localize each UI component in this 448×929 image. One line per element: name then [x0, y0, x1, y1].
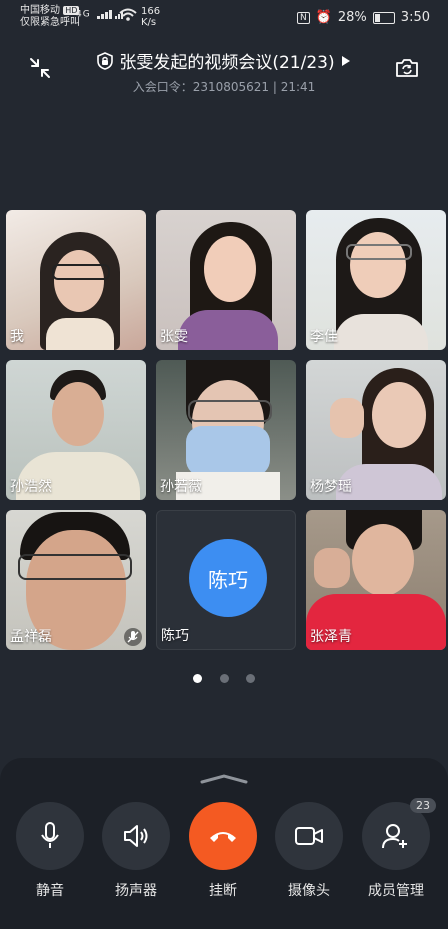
- control-panel: 静音 扬声器 挂断 摄像头 23 成员管理: [0, 758, 448, 929]
- video-tile[interactable]: 李佳: [306, 210, 446, 350]
- status-bar: 中国移动 HD 仅限紧急呼叫 4G 166 K/s N ⏰ 28% 3:50: [0, 0, 448, 36]
- speaker-control: 扬声器: [96, 802, 176, 900]
- participant-name: 陈巧: [161, 628, 189, 644]
- members-count-badge: 23: [410, 798, 436, 813]
- members-control: 23 成员管理: [356, 798, 436, 900]
- members-label: 成员管理: [368, 883, 424, 899]
- nfc-icon: N: [296, 11, 310, 24]
- mute-label: 静音: [36, 883, 64, 899]
- speaker-label: 扬声器: [115, 883, 157, 899]
- camera-control: 摄像头: [269, 802, 349, 900]
- speaker-icon: [124, 825, 148, 847]
- video-tile[interactable]: 陈巧 陈巧: [156, 510, 296, 650]
- mic-muted-icon: [124, 628, 142, 646]
- video-camera-icon: [295, 827, 323, 845]
- participant-name: 张泽青: [310, 629, 352, 645]
- members-button[interactable]: 23: [362, 798, 436, 870]
- carrier-info: 中国移动 HD 仅限紧急呼叫: [20, 5, 80, 29]
- wifi-icon: [119, 8, 137, 21]
- video-tile[interactable]: 孙若薇: [156, 360, 296, 500]
- mute-button[interactable]: [16, 802, 84, 870]
- add-member-icon: [382, 824, 407, 849]
- hangup-button[interactable]: [189, 802, 257, 870]
- signal-icon: 4G: [76, 9, 125, 20]
- hangup-phone-icon: [210, 832, 236, 842]
- hangup-control: 挂断: [183, 802, 263, 900]
- switch-camera-icon[interactable]: [394, 56, 420, 80]
- battery-percent: 28%: [337, 10, 367, 25]
- network-speed: 166 K/s: [119, 6, 160, 28]
- participant-name: 孙浩然: [10, 479, 52, 495]
- video-tile[interactable]: 孟祥磊: [6, 510, 146, 650]
- page-dot[interactable]: [219, 674, 229, 683]
- meeting-title: 张雯发起的视频会议(21/23): [119, 53, 335, 73]
- alarm-icon: ⏰: [315, 10, 332, 25]
- microphone-icon: [41, 822, 59, 848]
- play-arrow-icon: [341, 55, 350, 66]
- participant-name: 孟祥磊: [10, 629, 52, 645]
- camera-label: 摄像头: [288, 883, 330, 899]
- speaker-button[interactable]: [102, 802, 170, 870]
- hangup-label: 挂断: [209, 883, 237, 899]
- video-tile[interactable]: 杨梦瑶: [306, 360, 446, 500]
- avatar: 陈巧: [189, 539, 267, 617]
- participant-name: 孙若薇: [160, 479, 202, 495]
- mute-control: 静音: [10, 802, 90, 900]
- camera-button[interactable]: [275, 802, 343, 870]
- page-indicator: [0, 668, 448, 687]
- meeting-passcode: 入会口令：2310805621 | 21:41: [132, 79, 316, 94]
- carrier-name: 中国移动: [20, 5, 60, 16]
- meeting-header: 张雯发起的视频会议(21/23) 入会口令：2310805621 | 21:41: [0, 40, 448, 94]
- participant-name: 李佳: [310, 329, 338, 345]
- clock: 3:50: [400, 10, 430, 25]
- page-dot[interactable]: [193, 674, 203, 683]
- shield-lock-icon: [97, 51, 114, 70]
- participant-name: 我: [10, 329, 24, 345]
- status-right: N ⏰ 28% 3:50: [296, 10, 430, 25]
- battery-icon: [372, 11, 395, 24]
- emergency-text: 仅限紧急呼叫: [20, 17, 80, 28]
- expand-handle-icon[interactable]: [199, 774, 249, 784]
- participant-name: 杨梦瑶: [310, 479, 352, 495]
- video-tile[interactable]: 张雯: [156, 210, 296, 350]
- video-tile[interactable]: 我: [6, 210, 146, 350]
- video-tile[interactable]: 孙浩然: [6, 360, 146, 500]
- video-tile[interactable]: 张泽青: [306, 510, 446, 650]
- page-dot[interactable]: [245, 674, 255, 683]
- participant-name: 张雯: [160, 329, 188, 345]
- meeting-title-button[interactable]: 张雯发起的视频会议(21/23): [97, 48, 350, 73]
